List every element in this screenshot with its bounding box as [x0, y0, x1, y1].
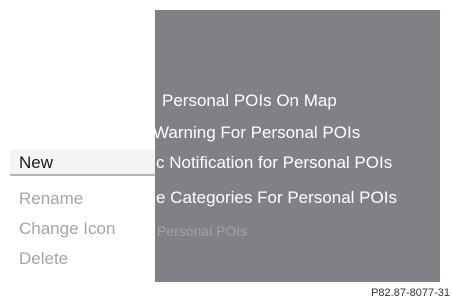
submenu-item-rename[interactable]: Rename	[10, 186, 155, 212]
submenu-item-change-icon[interactable]: Change Icon	[10, 216, 155, 242]
submenu-panel: New Rename Change Icon Delete	[10, 10, 155, 282]
menu-item-warning-for-personal-pois[interactable]: Warning For Personal POIs	[153, 123, 360, 143]
display-screen: Personal POIs On Map Warning For Persona…	[10, 10, 440, 282]
menu-item-categories-for-personal-pois[interactable]: e Categories For Personal POIs	[156, 188, 397, 208]
submenu-item-new[interactable]: New	[10, 150, 155, 176]
submenu-empty-area	[10, 10, 155, 150]
figure-frame: Personal POIs On Map Warning For Persona…	[0, 0, 452, 307]
figure-caption: P82.87-8077-31	[371, 287, 450, 299]
menu-item-notification-for-personal-pois[interactable]: c Notification for Personal POIs	[156, 153, 392, 173]
menu-item-personal-pois-on-map[interactable]: Personal POIs On Map	[162, 91, 337, 111]
menu-item-personal-pois-dim[interactable]: Personal POIs	[157, 221, 247, 241]
submenu-item-delete[interactable]: Delete	[10, 246, 155, 272]
